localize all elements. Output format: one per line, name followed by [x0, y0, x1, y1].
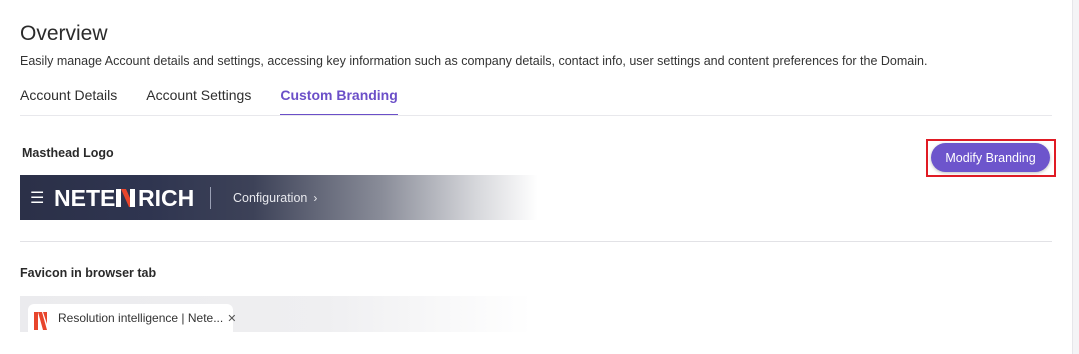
page-title: Overview [20, 22, 108, 45]
masthead-logo-label: Masthead Logo [22, 146, 114, 160]
overview-card: Overview Easily manage Account details a… [0, 0, 1073, 354]
tab-account-settings[interactable]: Account Settings [146, 84, 251, 116]
masthead-preview: ☰ NETE RICH Configuration › [20, 175, 538, 220]
netenrich-logo-svg: NETE RICH [54, 186, 194, 210]
page-description: Easily manage Account details and settin… [20, 54, 928, 68]
tab-custom-branding[interactable]: Custom Branding [280, 84, 398, 116]
close-icon[interactable]: ✕ [227, 312, 236, 325]
svg-text:RICH: RICH [138, 186, 194, 210]
netenrich-logo: NETE RICH [54, 186, 199, 210]
favicon-icon [34, 312, 47, 330]
tabs-divider [20, 115, 1052, 116]
chevron-right-icon: › [313, 190, 318, 205]
browser-tab-preview: Resolution intelligence | Nete... ✕ [28, 304, 236, 332]
logo-n-mark [116, 188, 135, 207]
modify-branding-button[interactable]: Modify Branding [931, 143, 1050, 172]
browser-tab-title: Resolution intelligence | Nete... [58, 311, 224, 325]
masthead-divider [210, 186, 211, 209]
svg-text:NETE: NETE [54, 186, 115, 210]
favicon-label: Favicon in browser tab [20, 266, 157, 280]
hamburger-icon: ☰ [30, 189, 45, 207]
tab-account-details[interactable]: Account Details [20, 84, 117, 116]
section-divider [20, 241, 1052, 242]
configuration-label: Configuration [233, 190, 308, 205]
tab-bar: Account Details Account Settings Custom … [20, 84, 427, 116]
